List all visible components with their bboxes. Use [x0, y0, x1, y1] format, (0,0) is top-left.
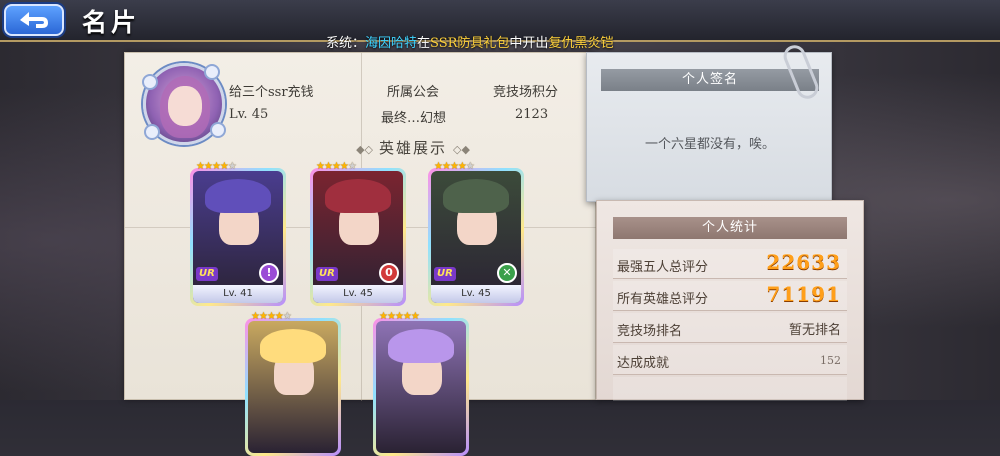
star-icon: ★ — [394, 311, 404, 322]
hero-card[interactable]: ★★★★★ — [373, 311, 469, 456]
player-name: 给三个ssr充钱 — [229, 85, 314, 100]
hero-hair — [260, 329, 326, 363]
star-icon: ★ — [386, 311, 396, 322]
star-rating: ★★★★★ — [251, 311, 292, 322]
player-level: Lv. 45 — [229, 107, 269, 122]
star-icon: ★ — [203, 161, 213, 172]
star-icon: ★ — [316, 161, 325, 172]
stat-row: 最强五人总评分 22633 — [613, 249, 847, 279]
stat-value: 22633 — [766, 250, 841, 274]
star-icon: ★ — [196, 161, 205, 172]
star-icon: ★ — [457, 161, 467, 172]
stats-card: 个人统计 最强五人总评分 22633 所有英雄总评分 71191 竞技场排名 暂… — [596, 200, 864, 401]
hero-card[interactable]: UR! Lv. 41 ★★★★★ — [190, 161, 286, 306]
signature-title: 个人签名 — [601, 69, 819, 91]
star-rating: ★★★★★ — [379, 311, 420, 322]
hero-portrait-frame: UR 0 Lv. 45 — [313, 171, 403, 303]
exclamation-icon: ! — [259, 263, 279, 283]
rarity-badge: UR — [434, 267, 456, 281]
star-icon: ★ — [331, 161, 341, 172]
star-icon: ★ — [266, 311, 276, 322]
star-icon: ★ — [402, 311, 412, 322]
star-rating: ★★★★★ — [316, 161, 357, 172]
system-item-name: SSR防具礼包 — [430, 36, 510, 51]
stat-label: 最强五人总评分 — [617, 260, 709, 275]
system-text-1: 在 — [417, 36, 431, 51]
hero-hair — [388, 329, 454, 363]
hero-showcase-title: 英雄展示 — [378, 139, 447, 157]
diamond-ornament-icon: ◇◆ — [453, 143, 470, 156]
crossed-swords-icon: ✕ — [497, 263, 517, 283]
system-text-2: 中开出 — [509, 36, 549, 51]
system-message: 系统：海因哈特在SSR防具礼包中开出复仇黑炎铠 — [326, 32, 613, 51]
stat-row: 所有英雄总评分 71191 — [613, 281, 847, 311]
avatar[interactable] — [142, 63, 226, 145]
stat-row: 竞技场排名 暂无排名 — [613, 313, 847, 343]
stat-label: 竞技场排名 — [617, 324, 683, 339]
hero-hair — [443, 179, 509, 213]
diamond-ornament-icon: ◆◇ — [356, 143, 373, 156]
stat-value: 71191 — [766, 282, 841, 306]
stat-value: 暂无排名 — [788, 323, 841, 338]
rarity-badge: UR — [196, 267, 218, 281]
star-icon: ★ — [434, 161, 443, 172]
star-icon: ★ — [410, 311, 420, 322]
star-icon: ★ — [379, 311, 388, 322]
stat-value: 152 — [820, 354, 841, 367]
star-icon: ★ — [251, 311, 260, 322]
system-prefix: 系统： — [326, 36, 366, 51]
star-icon: ★ — [449, 161, 459, 172]
hero-portrait-frame — [248, 321, 338, 453]
hero-hair — [205, 179, 271, 213]
hero-level: Lv. 41 — [193, 285, 283, 303]
stat-row: 达成成就 152 — [613, 345, 847, 375]
avatar-flower-icon — [142, 74, 158, 90]
avatar-flower-icon — [204, 64, 220, 80]
back-button[interactable] — [4, 4, 64, 36]
guild-label: 所属公会 — [387, 85, 440, 100]
star-icon: ★ — [347, 161, 357, 172]
star-icon: ★ — [227, 161, 237, 172]
hero-card[interactable]: UR ✕ Lv. 45 ★★★★★ — [428, 161, 524, 306]
star-icon: ★ — [441, 161, 451, 172]
signature-text: 一个六星都没有，唉。 — [644, 137, 775, 152]
rarity-badge: UR — [316, 267, 338, 281]
system-reward-name: 复仇黑炎铠 — [548, 36, 614, 51]
hero-showcase-heading: ◆◇ 英雄展示 ◇◆ — [293, 137, 533, 158]
hero-hair — [325, 179, 391, 213]
arena-score-value: 2123 — [515, 107, 549, 122]
back-arrow-icon — [20, 12, 48, 28]
hero-card[interactable]: UR 0 Lv. 45 ★★★★★ — [310, 161, 406, 306]
avatar-flower-icon — [210, 122, 226, 138]
page-title: 名片 — [82, 8, 141, 37]
shield-icon: 0 — [379, 263, 399, 283]
star-icon: ★ — [219, 161, 229, 172]
system-player-name: 海因哈特 — [365, 36, 418, 51]
arena-score-label: 竞技场积分 — [493, 85, 559, 100]
hero-portrait-frame: UR ✕ Lv. 45 — [431, 171, 521, 303]
star-icon: ★ — [282, 311, 292, 322]
hero-portrait-frame — [376, 321, 466, 453]
hero-portrait-frame: UR! Lv. 41 — [193, 171, 283, 303]
star-icon: ★ — [323, 161, 333, 172]
avatar-face — [168, 86, 202, 126]
star-rating: ★★★★★ — [434, 161, 475, 172]
hero-level: Lv. 45 — [431, 285, 521, 303]
star-rating: ★★★★★ — [196, 161, 237, 172]
guild-value[interactable]: 最终…幻想 — [381, 107, 446, 126]
stat-label: 所有英雄总评分 — [617, 292, 709, 307]
star-icon: ★ — [274, 311, 284, 322]
avatar-flower-icon — [144, 124, 160, 140]
stat-label: 达成成就 — [617, 356, 670, 371]
star-icon: ★ — [258, 311, 268, 322]
star-icon: ★ — [211, 161, 221, 172]
stat-row — [613, 377, 847, 401]
star-icon: ★ — [339, 161, 349, 172]
stats-title: 个人统计 — [613, 217, 847, 239]
hero-level: Lv. 45 — [313, 285, 403, 303]
star-icon: ★ — [465, 161, 475, 172]
hero-card[interactable]: ★★★★★ — [245, 311, 341, 456]
